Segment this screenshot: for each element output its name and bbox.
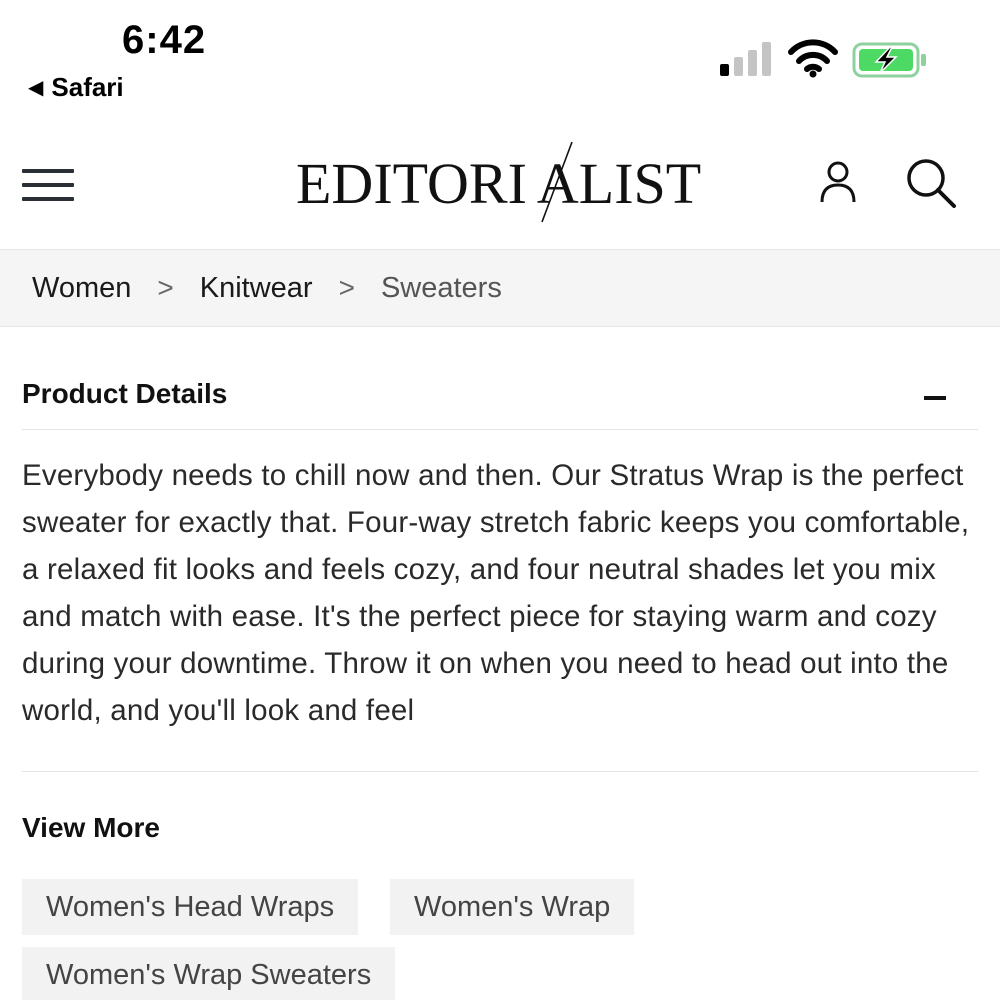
search-icon[interactable] — [904, 156, 958, 210]
breadcrumb-sweaters[interactable]: Sweaters — [381, 272, 502, 305]
tag-womens-head-wraps[interactable]: Women's Head Wraps — [22, 879, 359, 935]
cellular-signal-icon — [720, 42, 771, 76]
logo-text: EDITORI ALIST — [296, 151, 702, 216]
breadcrumb-women[interactable]: Women — [32, 272, 131, 305]
back-triangle-icon: ◀ — [28, 77, 44, 99]
hamburger-menu-icon[interactable] — [22, 165, 74, 205]
chevron-right-icon: > — [157, 272, 174, 303]
product-description: Everybody needs to chill now and then. O… — [22, 459, 970, 727]
breadcrumb: Women > Knitwear > Sweaters — [0, 249, 1000, 327]
tag-womens-wrap[interactable]: Women's Wrap — [390, 879, 635, 935]
chevron-right-icon: > — [338, 272, 355, 303]
back-app-label: Safari — [51, 72, 124, 102]
product-details-header[interactable]: Product Details — [22, 370, 978, 430]
view-more-title: View More — [22, 812, 160, 843]
tag-womens-wrap-sweaters[interactable]: Women's Wrap Sweaters — [22, 947, 396, 1000]
section-divider — [22, 771, 978, 772]
status-time: 6:42 — [122, 18, 207, 62]
status-bar: 6:42 ◀ Safari — [0, 0, 1000, 110]
editorialist-logo[interactable]: EDITORI ALIST — [296, 140, 706, 224]
product-details-title: Product Details — [22, 378, 228, 409]
battery-charging-icon — [852, 42, 926, 78]
collapse-minus-icon[interactable] — [924, 396, 946, 400]
breadcrumb-knitwear[interactable]: Knitwear — [200, 272, 313, 305]
logo-slash-mark — [541, 141, 573, 223]
back-to-app-button[interactable]: ◀ Safari — [28, 72, 124, 103]
wifi-icon — [788, 39, 838, 78]
account-icon[interactable] — [816, 160, 860, 204]
site-header: EDITORI ALIST — [0, 120, 1000, 248]
